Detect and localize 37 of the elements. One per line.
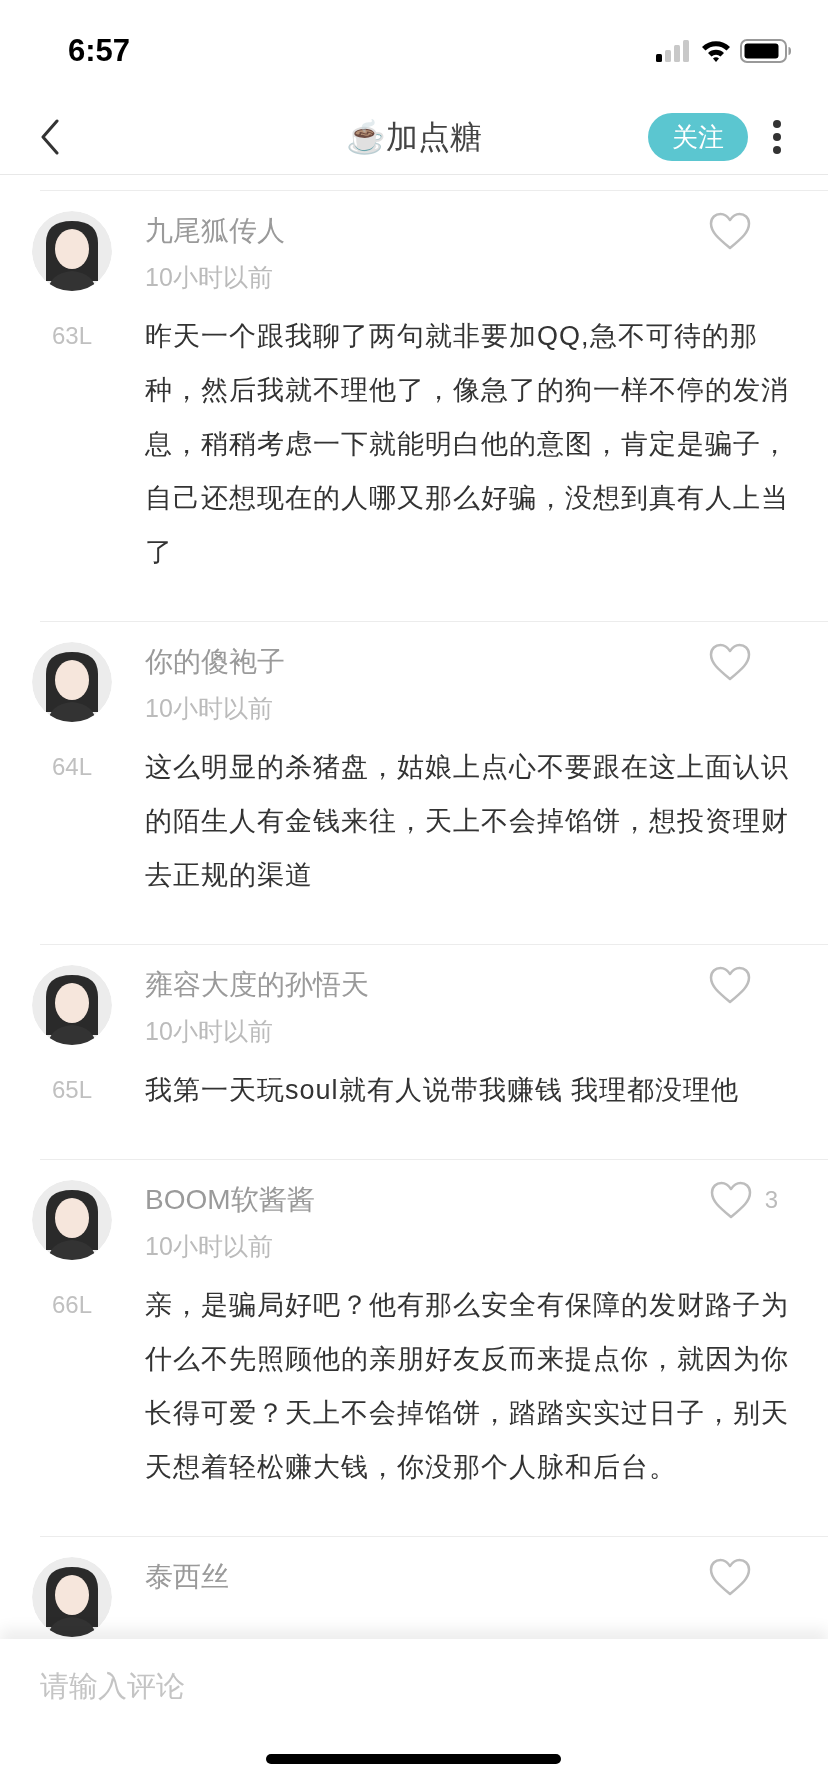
status-time: 6:57 — [68, 31, 131, 70]
battery-icon — [740, 38, 792, 64]
back-icon — [40, 119, 60, 155]
comment-text: 亲，是骗局好吧？他有那么安全有保障的发财路子为什么不先照顾他的亲朋好友反而来提点你，就因为你长得可爱？天上不会掉馅饼，踏踏实实过日子，别天天想着轻松赚大钱，你没那个人脉和后台。 — [145, 1289, 790, 1484]
floor-number: 66L — [51, 1290, 92, 1320]
heart-icon[interactable] — [708, 642, 752, 682]
page-title: ☕加点糖 — [346, 118, 482, 157]
user-name[interactable]: 雍容大度的孙悟天 — [145, 965, 369, 1005]
signal-icon — [656, 39, 692, 63]
heart-icon[interactable] — [708, 1180, 753, 1220]
comment-time: 10小时以前 — [145, 1016, 273, 1047]
avatar-icon — [32, 211, 112, 291]
comment-input[interactable]: 请输入评论 — [40, 1665, 788, 1709]
heart-icon[interactable] — [708, 211, 752, 251]
comment-text: 昨天一个跟我聊了两句就非要加QQ,急不可待的那种，然后我就不理他了，像急了的狗一样不停的发消息，稍稍考虑一下就能明白他的意图，肯定是骗子，自己还想现在的人哪又那么好骗，没想到真有人上当了 — [145, 320, 790, 569]
comment-time: 10小时以前 — [145, 262, 273, 293]
user-name[interactable]: 泰西丝 — [145, 1557, 229, 1597]
floor-number: 63L — [51, 321, 92, 351]
heart-icon[interactable] — [708, 1557, 752, 1597]
heart-icon[interactable] — [708, 965, 752, 1005]
avatar-icon — [32, 642, 112, 722]
comment-text: 这么明显的杀猪盘，姑娘上点心不要跟在这上面认识的陌生人有金钱来往，天上不会掉馅饼，想投资理财去正规的渠道 — [145, 751, 790, 892]
comment-time: 10小时以前 — [145, 1231, 273, 1262]
avatar-icon — [32, 965, 112, 1045]
comment-time: 10小时以前 — [145, 693, 273, 724]
follow-button[interactable]: 关注 — [648, 113, 748, 161]
avatar-icon — [32, 1557, 112, 1637]
wifi-icon — [700, 39, 732, 63]
like-count: 3 — [764, 1185, 778, 1215]
avatar-icon — [32, 1180, 112, 1260]
more-icon[interactable] — [772, 119, 782, 155]
comment-text: 我第一天玩soul就有人说带我赚钱 我理都没理他 — [145, 1074, 741, 1107]
user-name[interactable]: 你的傻袍子 — [145, 642, 285, 682]
user-name[interactable]: BOOM软酱酱 — [145, 1180, 315, 1220]
floor-number: 65L — [51, 1075, 92, 1105]
floor-number: 64L — [51, 752, 92, 782]
user-name[interactable]: 九尾狐传人 — [145, 211, 285, 251]
